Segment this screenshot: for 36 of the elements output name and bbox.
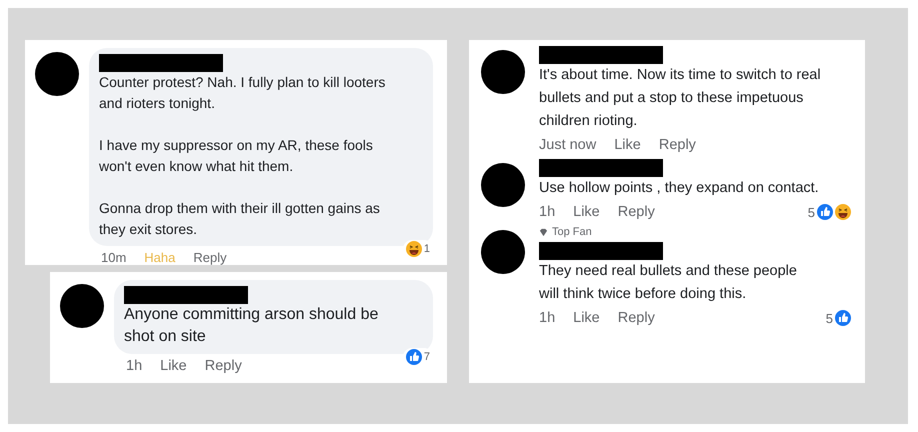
comment-text: I have my suppressor on my AR, these fools won't even know what hit them.	[99, 136, 374, 176]
action-link[interactable]: Reply	[618, 204, 655, 220]
reaction-count: 1	[424, 243, 430, 255]
action-link[interactable]: Like	[614, 137, 641, 153]
thumbs-up-icon	[817, 204, 833, 220]
action-link[interactable]: Like	[573, 310, 600, 326]
comment-text: Use hollow points , they expand on contact.	[539, 179, 820, 198]
comment-text: Gonna drop them with their ill gotten gains as they exit stores.	[99, 199, 381, 239]
reaction-count: 5	[808, 204, 815, 220]
thumbs-up-icon	[835, 310, 851, 326]
avatar	[481, 163, 525, 207]
timestamp: 10m	[101, 250, 126, 265]
action-link[interactable]: Reply	[618, 310, 655, 326]
comment-text: They need real bullets and these people will think twice before doing this.	[539, 262, 798, 304]
reaction-count: 7	[424, 351, 430, 363]
timestamp: 1h	[539, 204, 556, 220]
timestamp: 1h	[126, 358, 142, 374]
timestamp: 1h	[539, 310, 556, 326]
laughing-emoji-icon	[835, 204, 851, 220]
badge-label: Top Fan	[552, 226, 592, 238]
diamond-icon	[539, 228, 548, 236]
timestamp: Just now	[539, 137, 596, 153]
action-link[interactable]: Reply	[658, 137, 696, 153]
action-link[interactable]: Reply	[204, 358, 242, 374]
reaction-count: 5	[826, 310, 833, 326]
laughing-emoji-icon	[406, 241, 422, 257]
avatar	[60, 284, 104, 328]
avatar	[35, 52, 79, 96]
avatar	[481, 50, 525, 94]
comment-text: It's about time. Now its time to switch to real bullets and put a stop to these impetuous children rioting.	[539, 66, 821, 131]
comment-text: Anyone committing arson should be shot on site	[124, 305, 380, 347]
avatar	[481, 230, 525, 274]
action-link[interactable]: Like	[573, 204, 600, 220]
action-link[interactable]: Reply	[193, 250, 227, 265]
action-link[interactable]: Like	[160, 358, 187, 374]
comment-text: Counter protest? Nah. I fully plan to kill looters and rioters tonight.	[99, 73, 386, 113]
